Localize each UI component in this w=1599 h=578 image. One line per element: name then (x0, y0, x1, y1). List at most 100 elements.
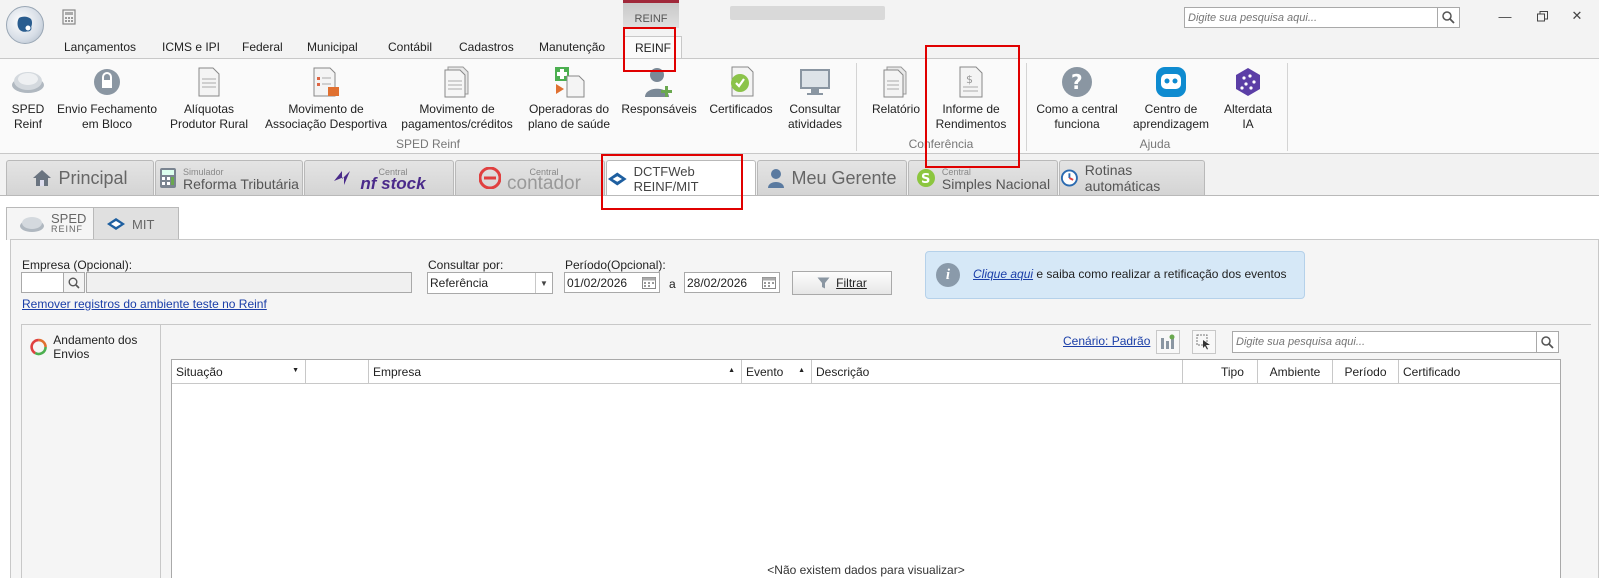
column-situacao[interactable]: Situação ▼ (172, 360, 306, 384)
operadoras-plano-saude-button[interactable]: Operadoras do plano de saúde (523, 65, 615, 132)
search-icon[interactable] (1437, 8, 1459, 27)
empresa-code-field[interactable] (21, 272, 64, 293)
tab-principal[interactable]: Principal (6, 160, 154, 195)
group-separator (1287, 63, 1288, 151)
search-icon[interactable] (1536, 332, 1558, 352)
consultar-por-label: Consultar por: (428, 258, 504, 272)
consultar-atividades-button[interactable]: Consultar atividades (782, 65, 848, 132)
window-title-blurred (730, 6, 885, 20)
como-central-funciona-button[interactable]: ? Como a central funciona (1032, 65, 1122, 132)
envios-sidebar (21, 369, 161, 578)
income-report-icon: $ (954, 65, 988, 99)
movimento-pagamentos-creditos-button[interactable]: Movimento de pagamentos/créditos (397, 65, 517, 132)
data-inicio-field[interactable]: 01/02/2026 (564, 272, 660, 293)
responsaveis-button[interactable]: Responsáveis (620, 65, 698, 117)
contador-logo-icon (479, 167, 502, 189)
column-empresa[interactable]: Empresa ▲ (369, 360, 742, 384)
ai-icon (1231, 65, 1265, 99)
health-plan-icon (552, 65, 586, 99)
tab-meu-gerente[interactable]: Meu Gerente (757, 160, 907, 195)
periodo-label: Período(Opcional): (565, 258, 666, 272)
cenario-padrao-link[interactable]: Cenário: Padrão (1063, 334, 1150, 348)
subtab-sped-reinf[interactable]: SPED REINF (6, 207, 100, 240)
ribbon: SPED Reinf Envio Fechamento em Bloco Alí… (0, 58, 1599, 154)
filtrar-button[interactable]: Filtrar (792, 271, 892, 295)
grid-header: Situação ▼ Empresa ▲ Evento ▲ Descrição Tip… (172, 360, 1560, 384)
content-area: SPED REINF MIT Empresa (Opcional): Remove… (0, 195, 1599, 578)
group-separator (1026, 63, 1027, 151)
tab-rotinas-automaticas[interactable]: Rotinas automáticas (1059, 160, 1205, 195)
minimize-icon[interactable]: — (1497, 8, 1513, 24)
calculator-icon[interactable] (61, 9, 77, 25)
tab-dctfweb-reinf-mit[interactable]: DCTFWeb REINF/MIT (606, 160, 756, 196)
filter-icon (817, 277, 830, 289)
sped-reinf-button[interactable]: SPED Reinf (4, 65, 52, 132)
context-tab-reinf: REINF (623, 0, 679, 28)
sped-disc-icon (20, 217, 44, 232)
menu-lancamentos[interactable]: Lançamentos (64, 40, 136, 54)
centro-aprendizagem-button[interactable]: Centro de aprendizagem (1130, 65, 1212, 132)
movimento-associacao-desportiva-button[interactable]: Movimento de Associação Desportiva (262, 65, 390, 132)
menu-icms-ipi[interactable]: ICMS e IPI (162, 40, 220, 54)
app-logo[interactable] (6, 6, 44, 44)
tab-central-contador[interactable]: Central contador (455, 160, 605, 195)
global-search-input[interactable] (1185, 8, 1435, 27)
grid-search-input[interactable] (1233, 332, 1533, 352)
menu-municipal[interactable]: Municipal (307, 40, 358, 54)
menu-contabil[interactable]: Contábil (388, 40, 432, 54)
column-descricao[interactable]: Descrição (812, 360, 1183, 384)
grid-search[interactable] (1232, 331, 1559, 353)
column-evento[interactable]: Evento ▲ (742, 360, 812, 384)
calendar-icon[interactable] (639, 273, 659, 292)
subtab-mit[interactable]: MIT (93, 207, 179, 240)
menu-cadastros[interactable]: Cadastros (459, 40, 514, 54)
help-icon: ? (1060, 65, 1094, 99)
tab-central-simples-nacional[interactable]: S Central Simples Nacional (908, 160, 1058, 195)
lock-icon (90, 65, 124, 99)
tab-simulador-reforma[interactable]: Simulador Reforma Tributária (155, 160, 303, 195)
column-ambiente[interactable]: Ambiente (1258, 360, 1333, 384)
nfstock-logo-icon (334, 171, 351, 185)
document-list-icon (309, 65, 343, 99)
menu-bar: Lançamentos ICMS e IPI Federal Municipal… (0, 36, 1599, 59)
close-icon[interactable]: ✕ (1569, 8, 1585, 24)
tab-central-nfstock[interactable]: Central nf stock (304, 160, 454, 195)
select-cursor-icon[interactable] (1192, 330, 1216, 354)
alterdata-ia-button[interactable]: Alterdata IA (1218, 65, 1278, 132)
sped-disc-icon (11, 65, 45, 99)
dropdown-arrow-icon[interactable]: ▼ (292, 367, 299, 374)
dctfweb-logo-icon (607, 171, 627, 186)
learning-center-icon (1154, 65, 1188, 99)
aliquotas-produtor-rural-button[interactable]: Alíquotas Produtor Rural (166, 65, 252, 132)
envio-fechamento-bloco-button[interactable]: Envio Fechamento em Bloco (55, 65, 159, 132)
grid-layout-icon[interactable] (1156, 330, 1180, 354)
menu-reinf[interactable]: REINF (624, 36, 682, 59)
routine-icon (1060, 169, 1078, 187)
group-label-sped-reinf: SPED Reinf (395, 137, 461, 151)
relatorio-button[interactable]: Relatório (864, 65, 928, 117)
column-periodo[interactable]: Período (1333, 360, 1399, 384)
certificados-button[interactable]: Certificados (704, 65, 778, 117)
data-fim-field[interactable]: 28/02/2026 (684, 272, 780, 293)
informe-rendimentos-button[interactable]: $ Informe de Rendimentos (931, 65, 1011, 132)
global-search[interactable] (1184, 7, 1460, 28)
info-banner: i Clique aqui e saiba como realizar a re… (925, 251, 1305, 299)
menu-manutencao[interactable]: Manutenção (539, 40, 605, 54)
title-bar: REINF — ✕ (0, 0, 1599, 36)
refresh-cycle-icon (30, 338, 47, 356)
restore-icon[interactable] (1534, 8, 1550, 24)
calendar-icon[interactable] (759, 273, 779, 292)
consultar-por-select[interactable]: Referência ▼ (427, 272, 553, 294)
info-text: e saiba como realizar a retificação dos … (1033, 267, 1287, 281)
andamento-envios-tab[interactable]: Andamento dos Envios (21, 324, 161, 369)
column-tipo[interactable]: Tipo (1183, 360, 1258, 384)
clique-aqui-link[interactable]: Clique aqui (973, 267, 1033, 281)
module-tabs: Principal Simulador Reforma Tributária Ce… (0, 155, 1599, 196)
remover-registros-link[interactable]: Remover registros do ambiente teste no R… (22, 297, 267, 311)
column-certificado[interactable]: Certificado (1399, 360, 1560, 384)
menu-federal[interactable]: Federal (242, 40, 283, 54)
certificate-icon (724, 65, 758, 99)
empresa-search-icon[interactable] (63, 272, 85, 293)
chevron-down-icon[interactable]: ▼ (535, 273, 552, 293)
column-blank[interactable] (306, 360, 369, 384)
